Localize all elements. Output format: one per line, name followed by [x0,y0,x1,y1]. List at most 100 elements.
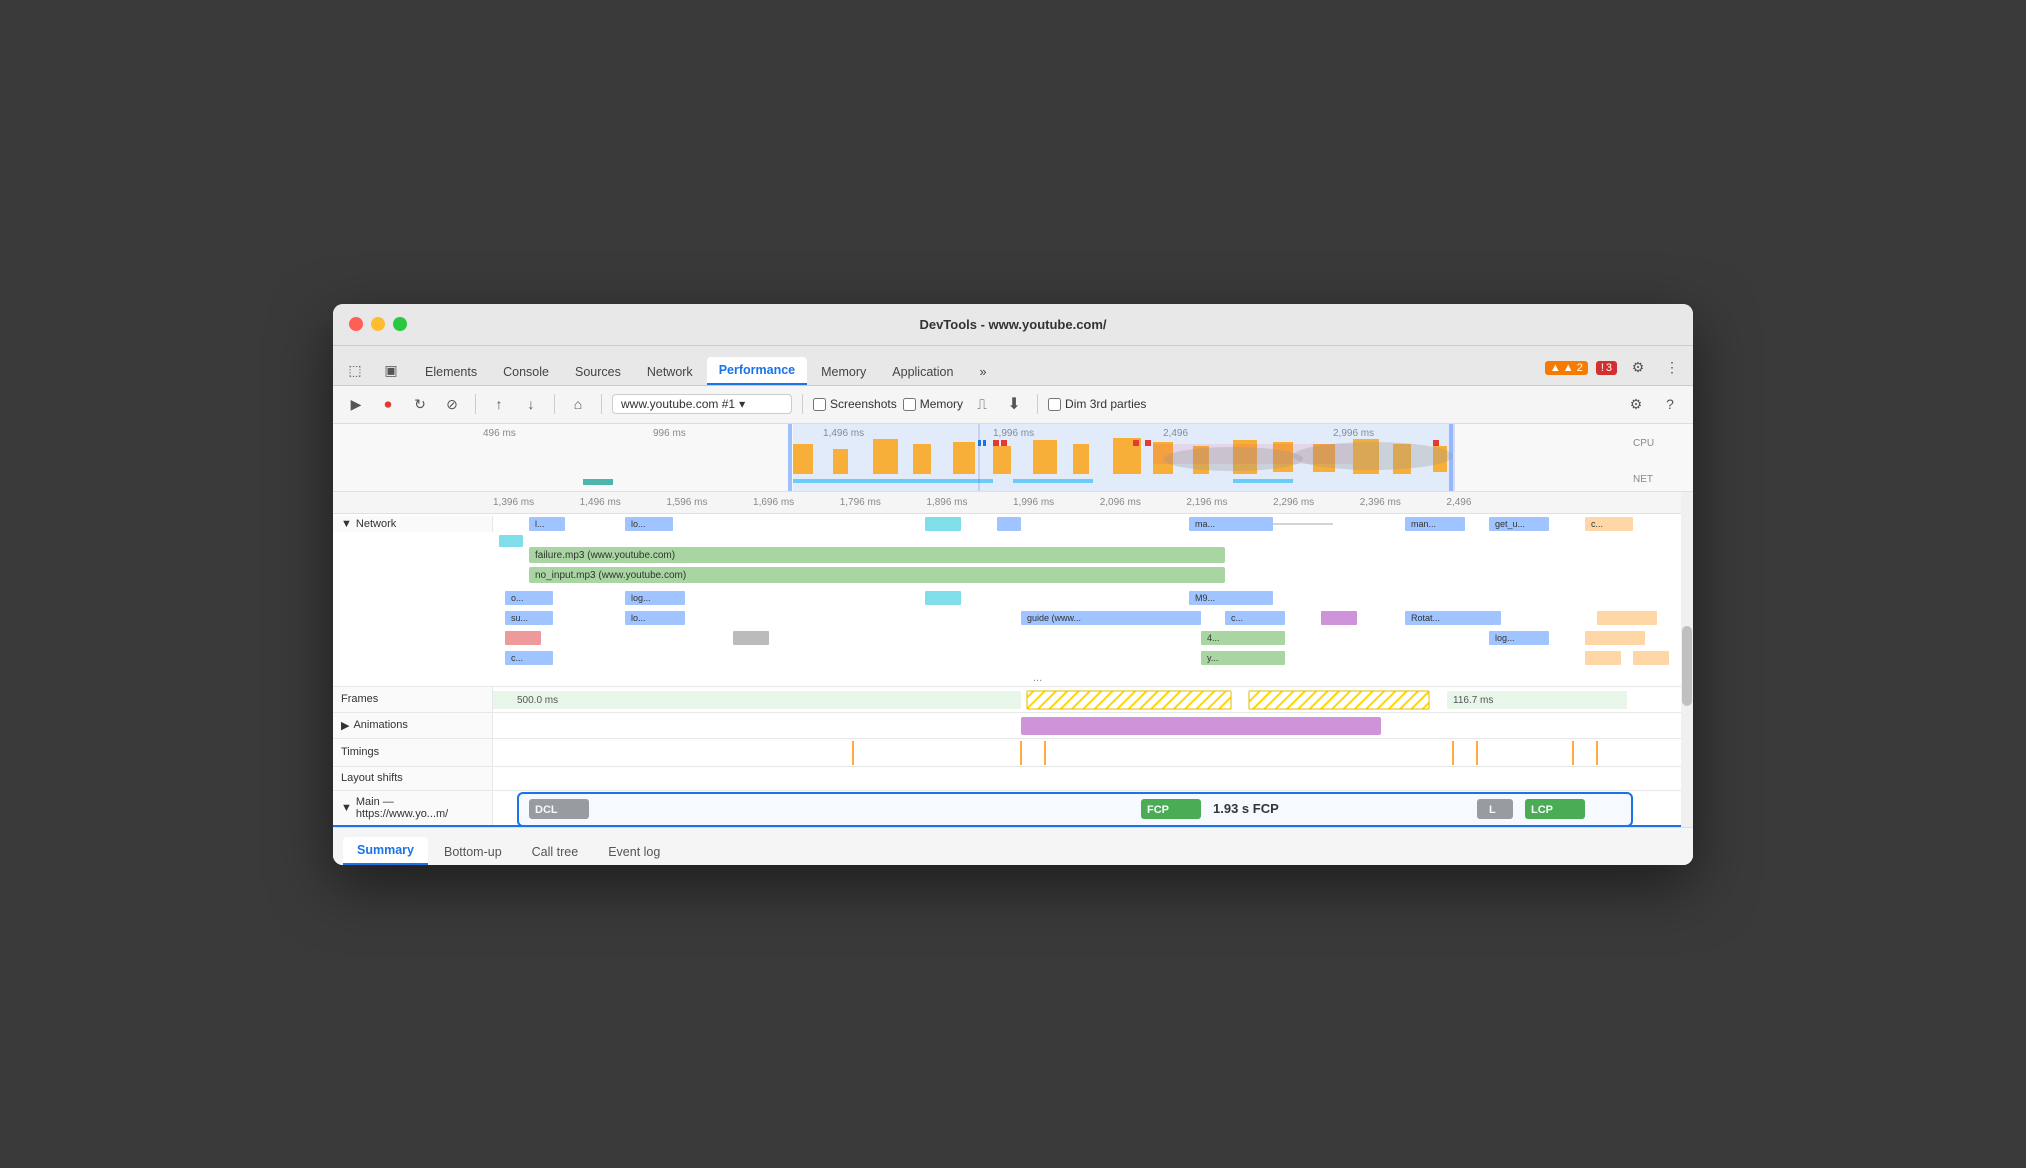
tab-console[interactable]: Console [491,359,561,385]
tabbar: ⬚ ▣ Elements Console Sources Network Per… [333,346,1693,386]
frames-label[interactable]: Frames [333,687,493,712]
timing-markers-row: ▼ Main — https://www.yo...m/ DCL FCP [333,791,1693,827]
tab-elements[interactable]: Elements [413,359,489,385]
svg-text:man...: man... [1411,519,1436,529]
animations-expand-icon: ▶ [341,719,349,732]
mark-12: 2,496 [1446,497,1533,508]
error-badge[interactable]: ! 3 [1596,361,1617,375]
tracks-area[interactable]: ▼ ▼ Network Network l... lo... [333,514,1693,827]
net-r4-content: su... lo... guide (www... c... [493,608,1693,628]
screenshots-checkbox[interactable] [813,398,826,411]
svg-text:Rotat...: Rotat... [1411,613,1440,623]
no-input-content: no_input.mp3 (www.youtube.com) [493,565,1693,590]
tab-summary[interactable]: Summary [343,837,428,865]
dots-indicator: ... [1033,672,1042,684]
no-input-svg: no_input.mp3 (www.youtube.com) [493,565,1693,585]
main-text: Main — https://www.yo...m/ [356,796,484,820]
svg-text:o...: o... [511,593,524,603]
svg-text:M9...: M9... [1195,593,1215,603]
divider [475,394,476,414]
titlebar: DevTools - www.youtube.com/ [333,304,1693,346]
tab-event-log[interactable]: Event log [594,839,674,865]
network-row4: su... lo... guide (www... c... [333,608,1693,628]
network-expand-icon: ▼ [341,518,352,530]
selection-box [517,792,1633,827]
reload-icon[interactable]: ↻ [407,391,433,417]
mark-4: 1,696 ms [753,497,840,508]
gear-icon[interactable]: ⚙ [1623,391,1649,417]
timeline-overview[interactable]: 496 ms 996 ms 1,496 ms 1,996 ms 2,496 2,… [333,424,1693,492]
no-input-label [333,576,493,580]
dim3rd-checkbox[interactable] [1048,398,1061,411]
layout-shifts-content [493,767,1693,790]
svg-text:failure.mp3 (www.youtube.com): failure.mp3 (www.youtube.com) [535,550,675,561]
tab-performance[interactable]: Performance [707,357,807,385]
minimize-button[interactable] [371,317,385,331]
time-ruler: 1,396 ms 1,496 ms 1,596 ms 1,696 ms 1,79… [333,492,1693,514]
tab-bottom-up[interactable]: Bottom-up [430,839,516,865]
failure-mp3-label [333,556,493,560]
animations-track: ▶ Animations [333,713,1693,739]
warning-badge[interactable]: ▲ ▲ 2 [1545,361,1588,375]
dots-content: ... [493,670,1693,686]
layout-shifts-label[interactable]: Layout shifts [333,767,493,790]
cursor-icon[interactable]: ⬚ [341,357,369,385]
device-icon[interactable]: ▣ [377,357,405,385]
network-throttle-icon[interactable]: ⎍ [969,391,995,417]
warning-icon: ▲ [1550,362,1561,374]
scrollbar[interactable] [1681,492,1693,827]
timing-markers-content: DCL FCP 1.93 s FCP L LCP [493,791,1693,825]
timings-track: Timings [333,739,1693,767]
mark-9: 2,196 ms [1186,497,1273,508]
network-label[interactable]: ▼ ▼ Network Network [333,516,493,532]
maximize-button[interactable] [393,317,407,331]
dots-row: ... [333,670,1693,686]
svg-text:lo...: lo... [631,613,646,623]
scrollbar-thumb[interactable] [1682,626,1692,706]
main-label[interactable]: ▼ Main — https://www.yo...m/ [333,791,493,825]
memory-label: Memory [920,397,963,411]
more-options-icon[interactable]: ⋮ [1659,355,1685,381]
svg-text:996 ms: 996 ms [653,428,686,439]
record-icon[interactable]: ⏺ [375,391,401,417]
svg-text:CPU: CPU [1633,438,1654,449]
divider3 [601,394,602,414]
frames-svg: 500.0 ms [493,687,1693,713]
net-r3-content: o... log... M9... [493,588,1693,608]
tab-network[interactable]: Network [635,359,705,385]
tab-memory[interactable]: Memory [809,359,878,385]
memory-group: Memory [903,397,963,411]
tab-application[interactable]: Application [880,359,965,385]
help-icon[interactable]: ? [1657,391,1683,417]
memory-checkbox[interactable] [903,398,916,411]
svg-text:NET: NET [1633,474,1653,485]
svg-text:log...: log... [1495,633,1515,643]
sidebar-toggle-icon[interactable]: ▶ [343,391,369,417]
network-row6: c... y... [333,648,1693,670]
tab-sources[interactable]: Sources [563,359,633,385]
mark-10: 2,296 ms [1273,497,1360,508]
error-icon: ! [1601,362,1604,374]
svg-text:y...: y... [1207,653,1218,663]
timings-label[interactable]: Timings [333,739,493,766]
tab-call-tree[interactable]: Call tree [518,839,593,865]
clear-icon[interactable]: ⊘ [439,391,465,417]
download-icon[interactable]: ↓ [518,391,544,417]
net-r3-svg: o... log... M9... [493,588,1693,608]
frames-track: Frames 500.0 ms [333,687,1693,713]
tab-more[interactable]: » [967,359,998,385]
svg-text:log...: log... [631,593,651,603]
animations-label[interactable]: ▶ Animations [333,713,493,738]
net-r6-label [333,648,493,670]
cpu-throttle-icon[interactable]: ⬇ [1001,391,1027,417]
home-icon[interactable]: ⌂ [565,391,591,417]
animations-content [493,713,1693,738]
settings-icon[interactable]: ⚙ [1625,355,1651,381]
upload-icon[interactable]: ↑ [486,391,512,417]
url-selector[interactable]: www.youtube.com #1 ▾ [612,394,792,414]
mark-11: 2,396 ms [1360,497,1447,508]
svg-text:4...: 4... [1207,633,1220,643]
close-button[interactable] [349,317,363,331]
animations-svg [493,713,1693,739]
error-count: 3 [1606,362,1612,374]
